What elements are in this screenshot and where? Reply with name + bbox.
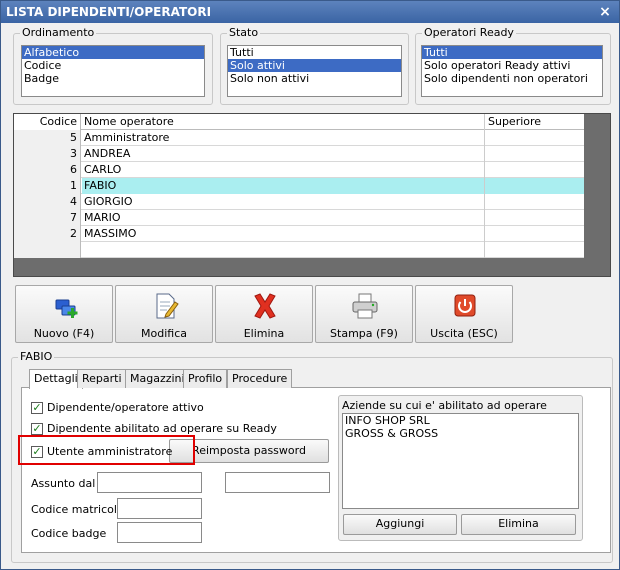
cell-superior	[485, 242, 584, 258]
main-window: LISTA DIPENDENTI/OPERATORI × Ordinamento…	[0, 0, 620, 570]
cell-superior	[485, 130, 584, 146]
table-header: Codice Nome operatore Superiore	[14, 114, 584, 130]
cell-name: Amministratore	[82, 130, 485, 146]
operators-grid[interactable]: Codice Nome operatore Superiore 5 Ammini…	[13, 113, 611, 277]
cell-name: FABIO	[82, 178, 485, 194]
operatori-ready-item[interactable]: Solo operatori Ready attivi	[422, 59, 602, 72]
ordinamento-item[interactable]: Codice	[22, 59, 204, 72]
printer-icon	[352, 293, 378, 319]
header-code[interactable]: Codice	[14, 114, 81, 130]
nuovo-label: Nuovo (F4)	[33, 327, 95, 340]
codice-badge-field[interactable]	[117, 522, 202, 543]
new-user-icon	[55, 299, 78, 318]
cell-code: 7	[14, 210, 81, 226]
elimina-azienda-button[interactable]: Elimina	[461, 514, 576, 535]
cell-name	[82, 242, 485, 258]
stato-list[interactable]: Tutti Solo attivi Solo non attivi	[227, 45, 402, 97]
table-row[interactable]: 4 GIORGIO	[14, 194, 584, 210]
uscita-button[interactable]: Uscita (ESC)	[415, 285, 513, 343]
modifica-label: Modifica	[141, 327, 187, 340]
cell-code: 6	[14, 162, 81, 178]
assunto-secondary-field[interactable]	[225, 472, 330, 493]
table-row[interactable]: 2 MASSIMO	[14, 226, 584, 242]
operators-table: Codice Nome operatore Superiore 5 Ammini…	[14, 114, 584, 258]
check-icon: ✓	[31, 422, 43, 435]
cell-superior	[485, 210, 584, 226]
cell-code: 3	[14, 146, 81, 162]
ordinamento-item[interactable]: Alfabetico	[22, 46, 204, 59]
codice-badge-label: Codice badge	[31, 527, 107, 540]
codice-matricola-field[interactable]	[117, 498, 202, 519]
title-bar[interactable]: LISTA DIPENDENTI/OPERATORI ×	[1, 1, 619, 23]
stato-title: Stato	[227, 26, 261, 39]
assunto-dal-field[interactable]	[97, 472, 202, 493]
table-row-empty[interactable]	[14, 242, 584, 258]
power-exit-icon	[454, 294, 476, 317]
cell-name: MASSIMO	[82, 226, 485, 242]
tab-reparti[interactable]: Reparti	[77, 369, 127, 388]
operatori-ready-item[interactable]: Tutti	[422, 46, 602, 59]
stato-item[interactable]: Tutti	[228, 46, 401, 59]
aziende-title: Aziende su cui e' abilitato ad operare	[342, 399, 547, 412]
cell-superior	[485, 226, 584, 242]
edit-document-icon	[156, 293, 179, 319]
cell-code	[14, 242, 81, 258]
cell-name: ANDREA	[82, 146, 485, 162]
operatori-ready-list[interactable]: Tutti Solo operatori Ready attivi Solo d…	[421, 45, 603, 97]
cell-code: 2	[14, 226, 81, 242]
table-row[interactable]: 7 MARIO	[14, 210, 584, 226]
modifica-button[interactable]: Modifica	[115, 285, 213, 343]
azienda-item[interactable]: INFO SHOP SRL	[343, 414, 578, 427]
operatori-ready-title: Operatori Ready	[422, 26, 516, 39]
table-row[interactable]: 3 ANDREA	[14, 146, 584, 162]
header-name[interactable]: Nome operatore	[82, 114, 485, 130]
tab-dettagli[interactable]: Dettagli	[29, 369, 83, 389]
cell-name: MARIO	[82, 210, 485, 226]
aggiungi-button[interactable]: Aggiungi	[343, 514, 457, 535]
cell-code: 1	[14, 178, 81, 194]
attivo-checkbox[interactable]: ✓ Dipendente/operatore attivo	[31, 400, 204, 416]
assunto-dal-label: Assunto dal	[31, 477, 96, 490]
elimina-button[interactable]: Elimina	[215, 285, 313, 343]
codice-matricola-label: Codice matricola	[31, 503, 124, 516]
uscita-label: Uscita (ESC)	[430, 327, 498, 340]
azienda-item[interactable]: GROSS & GROSS	[343, 427, 578, 440]
header-superior[interactable]: Superiore	[485, 114, 584, 130]
delete-x-icon	[254, 293, 276, 319]
nuovo-button[interactable]: Nuovo (F4)	[15, 285, 113, 343]
tab-procedure[interactable]: Procedure	[227, 369, 293, 388]
aziende-list[interactable]: INFO SHOP SRL GROSS & GROSS	[342, 413, 579, 509]
detail-title: FABIO	[18, 350, 55, 363]
cell-code: 4	[14, 194, 81, 210]
ordinamento-list[interactable]: Alfabetico Codice Badge	[21, 45, 205, 97]
table-row-selected[interactable]: 1 FABIO	[14, 178, 584, 194]
cell-superior	[485, 146, 584, 162]
table-row[interactable]: 5 Amministratore	[14, 130, 584, 146]
stato-item[interactable]: Solo non attivi	[228, 72, 401, 85]
cell-code: 5	[14, 130, 81, 146]
highlight-annotation-box	[18, 435, 195, 465]
ordinamento-item[interactable]: Badge	[22, 72, 204, 85]
tab-magazzini[interactable]: Magazzini	[125, 369, 190, 388]
operatori-ready-item[interactable]: Solo dipendenti non operatori	[422, 72, 602, 85]
cell-name: CARLO	[82, 162, 485, 178]
window-title: LISTA DIPENDENTI/OPERATORI	[6, 5, 212, 19]
close-icon[interactable]: ×	[597, 4, 613, 20]
stampa-label: Stampa (F9)	[330, 327, 398, 340]
cell-superior	[485, 178, 584, 194]
stato-item[interactable]: Solo attivi	[228, 59, 401, 72]
cell-name: GIORGIO	[82, 194, 485, 210]
check-icon: ✓	[31, 401, 43, 414]
attivo-label: Dipendente/operatore attivo	[47, 401, 204, 414]
ready-label: Dipendente abilitato ad operare su Ready	[47, 422, 277, 435]
tab-profilo[interactable]: Profilo	[183, 369, 228, 388]
elimina-label: Elimina	[243, 327, 285, 340]
cell-superior	[485, 162, 584, 178]
table-row[interactable]: 6 CARLO	[14, 162, 584, 178]
ordinamento-title: Ordinamento	[20, 26, 97, 39]
stampa-button[interactable]: Stampa (F9)	[315, 285, 413, 343]
cell-superior	[485, 194, 584, 210]
